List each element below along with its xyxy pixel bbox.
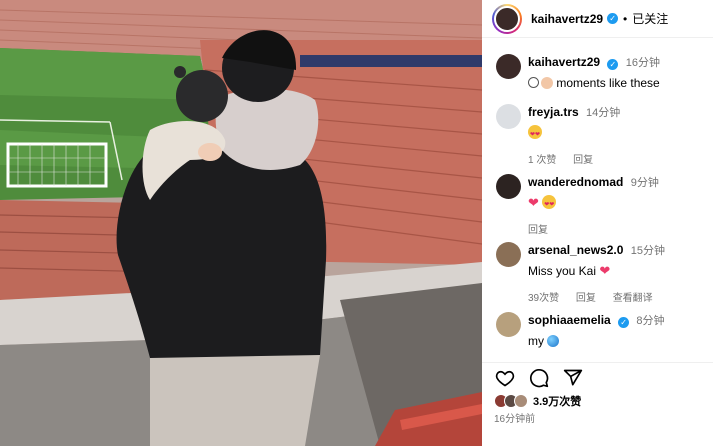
comment-time: 14分钟 xyxy=(586,107,621,119)
stadium-photo xyxy=(0,0,482,446)
reply-button[interactable]: 回复 xyxy=(573,155,593,166)
comment-text: Miss you Kai xyxy=(528,264,597,278)
like-count[interactable]: 39次赞 xyxy=(528,293,559,304)
comment-text-row: Miss you Kai ❤ xyxy=(528,262,711,280)
comment-time: 16分钟 xyxy=(625,57,660,69)
comment-username[interactable]: wanderednomad xyxy=(528,175,623,189)
post-panel: kaihavertz29 ✓ • 已关注 kaihavertz29 ✓ 16分钟… xyxy=(482,0,713,446)
share-icon[interactable] xyxy=(562,367,584,389)
globe-emoji-icon xyxy=(547,335,560,347)
heart-emoji-icon: ❤ xyxy=(528,195,539,210)
reply-button[interactable]: 回复 xyxy=(576,293,596,304)
avatar[interactable] xyxy=(496,104,521,129)
post-timestamp: 16分钟前 xyxy=(494,414,536,425)
soccer-ball-icon xyxy=(528,77,539,88)
separator-dot: • xyxy=(623,11,628,26)
reply-button[interactable]: 回复 xyxy=(528,225,548,236)
author-avatar[interactable] xyxy=(492,3,522,34)
action-icons xyxy=(494,367,584,389)
verified-icon: ✓ xyxy=(618,317,630,328)
avatar[interactable] xyxy=(496,54,521,79)
comment-username[interactable]: arsenal_news2.0 xyxy=(528,243,623,257)
baby-icon xyxy=(541,77,553,89)
avatar[interactable] xyxy=(496,242,521,267)
comments-list[interactable]: kaihavertz29 ✓ 16分钟 moments like these f… xyxy=(482,46,713,354)
comment-text-row: ❤ xyxy=(528,194,711,214)
comment-meta: 1 次赞 回复 xyxy=(528,151,711,166)
post-actions: 3.9万次赞 16分钟前 xyxy=(482,362,713,446)
post-header: kaihavertz29 ✓ • 已关注 xyxy=(482,0,713,38)
post-photo[interactable] xyxy=(0,0,482,446)
avatar[interactable] xyxy=(496,312,521,337)
verified-icon: ✓ xyxy=(607,59,619,70)
comment-username[interactable]: kaihavertz29 xyxy=(528,55,600,69)
comment-meta: 39次赞 回复 查看翻译 xyxy=(528,289,711,304)
follow-button[interactable]: 已关注 xyxy=(632,10,668,27)
author-username[interactable]: kaihavertz29 xyxy=(531,12,603,26)
comment-username[interactable]: freyja.trs xyxy=(528,105,579,119)
comment-time: 9分钟 xyxy=(630,177,659,189)
avatar[interactable] xyxy=(496,174,521,199)
comment-time: 8分钟 xyxy=(636,315,665,327)
heart-eyes-emoji-icon xyxy=(542,195,557,214)
heart-emoji-icon: ❤ xyxy=(599,263,611,278)
comment-username[interactable]: sophiaaemelia xyxy=(528,313,611,327)
likes-row: 3.9万次赞 xyxy=(494,393,581,409)
comment-time: 15分钟 xyxy=(630,245,665,257)
translate-button[interactable]: 查看翻译 xyxy=(613,293,653,304)
comment-text: my xyxy=(528,334,544,348)
heart-eyes-emoji-icon xyxy=(528,125,542,144)
likes-count[interactable]: 3.9万次赞 xyxy=(533,393,581,409)
comment-text-row: my xyxy=(528,332,711,350)
like-count[interactable]: 1 次赞 xyxy=(528,155,556,166)
comment-text-row: moments like these xyxy=(528,74,711,92)
comment-text: moments like these xyxy=(556,76,660,90)
avatar xyxy=(514,394,528,408)
comment-icon[interactable] xyxy=(528,367,550,389)
comment-meta: 回复 xyxy=(528,221,711,236)
heart-icon[interactable] xyxy=(494,367,516,389)
verified-icon: ✓ xyxy=(607,13,619,24)
comment-text-row xyxy=(528,124,711,144)
